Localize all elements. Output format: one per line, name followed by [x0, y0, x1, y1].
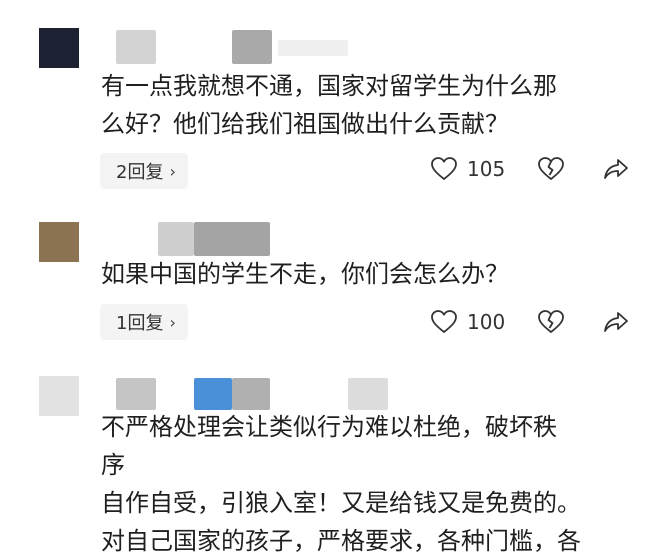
redacted-username [116, 378, 156, 410]
share-arrow-icon [604, 312, 628, 332]
redacted-username [158, 222, 194, 256]
replies-button[interactable]: 2回复 › [100, 153, 188, 189]
heart-icon [431, 157, 457, 180]
like-button[interactable]: 100 [431, 310, 505, 334]
redacted-meta [348, 378, 388, 410]
replies-label: 1回复 [116, 313, 164, 334]
comment-text: 不严格处理会让类似行为难以杜绝，破坏秩 序 自作自受，引狼入室！又是给钱又是免费… [101, 413, 581, 555]
replies-button[interactable]: 1回复 › [100, 304, 188, 340]
redacted-username [232, 378, 270, 410]
like-count: 100 [467, 310, 506, 334]
dislike-button[interactable] [538, 310, 564, 334]
redacted-username [194, 378, 232, 410]
like-button[interactable]: 105 [431, 157, 505, 181]
dislike-button[interactable] [538, 157, 564, 181]
avatar[interactable] [39, 376, 79, 416]
heart-icon [431, 310, 457, 333]
redacted-meta [278, 40, 348, 56]
replies-label: 2回复 [116, 162, 164, 183]
comment-text: 如果中国的学生不走，你们会怎么办？ [101, 260, 509, 288]
share-arrow-icon [604, 159, 628, 179]
share-button[interactable] [603, 311, 629, 333]
avatar[interactable] [39, 222, 79, 262]
chevron-right-icon: › [169, 161, 176, 181]
redacted-username [232, 30, 272, 64]
broken-heart-icon [538, 310, 564, 333]
chevron-right-icon: › [169, 312, 176, 332]
redacted-username [194, 222, 270, 256]
redacted-username [116, 30, 156, 64]
broken-heart-icon [538, 157, 564, 180]
avatar[interactable] [39, 28, 79, 68]
like-count: 105 [467, 157, 506, 181]
comment-text: 有一点我就想不通，国家对留学生为什么那 么好？他们给我们祖国做出什么贡献？ [101, 72, 557, 138]
share-button[interactable] [603, 158, 629, 180]
